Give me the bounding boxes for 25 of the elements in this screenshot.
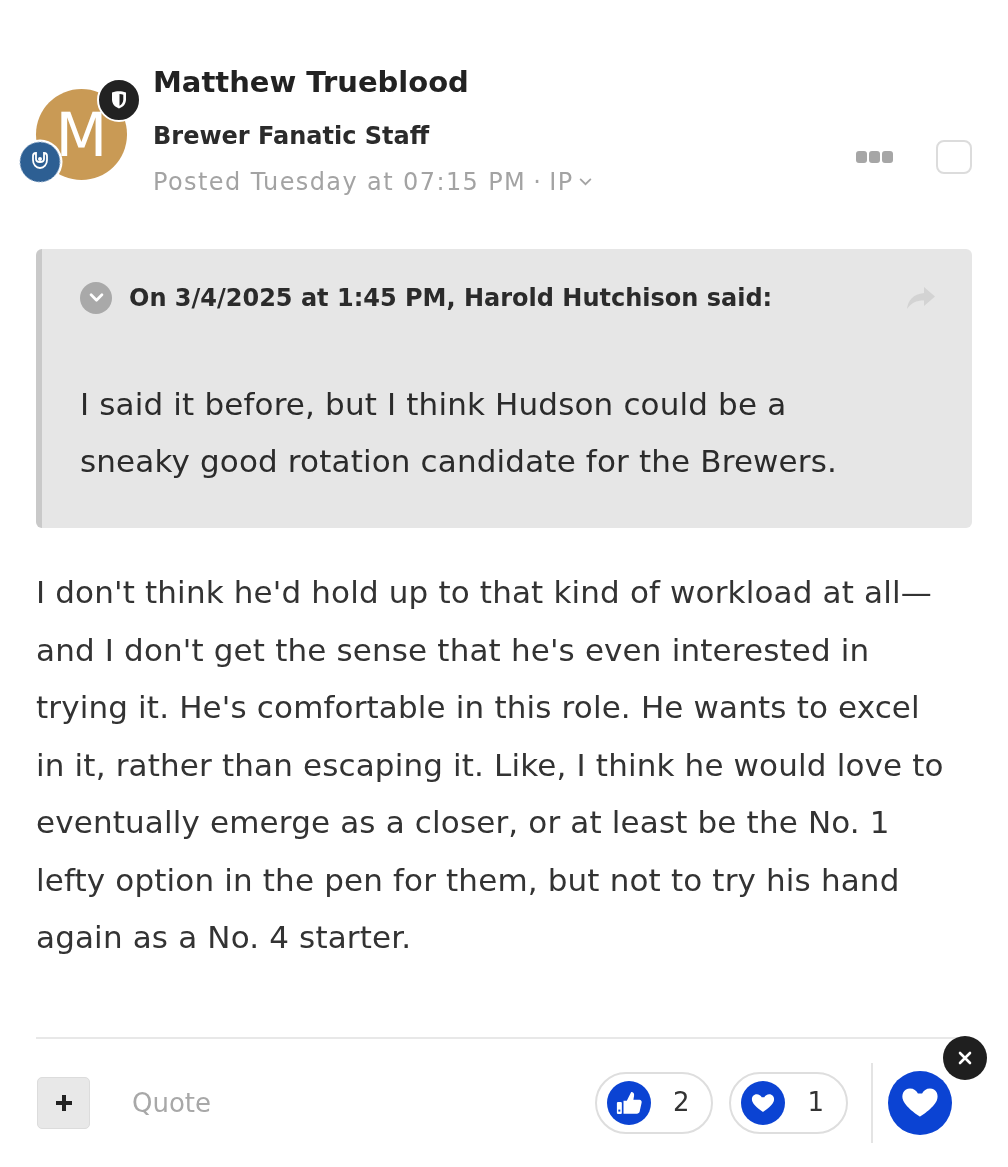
expand-quote-button[interactable] (80, 281, 112, 314)
emblem-icon (17, 139, 63, 185)
react-button[interactable] (888, 1070, 952, 1135)
author-name[interactable]: Matthew Trueblood (153, 62, 592, 102)
select-checkbox[interactable] (936, 140, 972, 174)
reaction-count-button[interactable]: 1 (729, 1071, 848, 1134)
chevron-down-icon (88, 293, 104, 302)
reaction-count: 2 (672, 1086, 690, 1119)
plus-icon (53, 1092, 74, 1113)
ip-dropdown[interactable]: IP (549, 165, 592, 199)
ellipsis-icon (855, 151, 893, 163)
thumbs-up-icon (606, 1080, 651, 1125)
quote-button[interactable]: Quote (132, 1085, 212, 1120)
chevron-down-icon (578, 178, 592, 186)
post-time[interactable]: Posted Tuesday at 07:15 PM (153, 165, 527, 199)
quote-citation: On 3/4/2025 at 1:45 PM, Harold Hutchison said: (129, 282, 773, 314)
close-icon (958, 1050, 972, 1065)
separator-dot: · (533, 167, 543, 198)
multiquote-button[interactable] (37, 1076, 90, 1129)
quote-text: I said it before, but I think Hudson could be a sneaky good rotation candidate for the Brewers. (80, 385, 839, 481)
reaction-count-button[interactable]: 2 (594, 1071, 714, 1134)
close-button[interactable] (943, 1035, 987, 1080)
author-role: Brewer Fanatic Staff (153, 121, 431, 152)
post-body: I don't think he'd hold up to that kind of workload at all—and I don't get the sense that he's even interested in trying it. He's comfortable in this role. He wants to excel in it, rather than escaping it. Like, I think he would love to eventually emerge as a closer, or at least be the No. 1 lefty option in the pen for them, but not to try his hand again as a No. 4 starter. (36, 573, 945, 957)
reaction-count: 1 (807, 1086, 824, 1119)
